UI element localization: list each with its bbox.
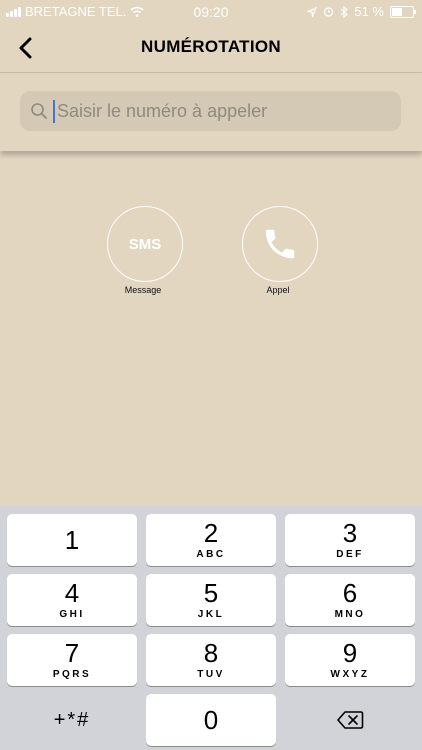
key-8[interactable]: 8 TUV	[146, 634, 276, 686]
key-digit: 9	[342, 638, 358, 668]
key-digit: 0	[203, 705, 219, 735]
key-3[interactable]: 3 DEF	[285, 514, 415, 566]
key-1[interactable]: 1	[7, 514, 137, 566]
call-button[interactable]	[242, 206, 318, 282]
delete-button[interactable]	[285, 694, 415, 746]
status-right: 51 %	[307, 4, 416, 19]
status-bar: BRETAGNE TEL. 09:20 51 %	[0, 0, 422, 24]
phone-number-input[interactable]	[53, 99, 399, 123]
symbols-label: +*#	[53, 708, 91, 731]
key-letters: GHI	[59, 609, 85, 620]
key-letters: PQRS	[52, 669, 92, 680]
page-title: NUMÉROTATION	[141, 37, 281, 56]
battery-percent: 51 %	[354, 4, 384, 19]
key-letters: ABC	[196, 549, 226, 560]
alarm-icon	[324, 7, 334, 17]
phone-icon	[265, 229, 295, 259]
key-letters: MNO	[334, 609, 366, 620]
key-letters: JKL	[197, 609, 225, 620]
navigation-bar: NUMÉROTATION	[0, 24, 422, 73]
numeric-keypad: 1 2 ABC 3 DEF 4 GHI 5 JKL 6 MNO 7 PQRS 8…	[0, 506, 422, 750]
key-6[interactable]: 6 MNO	[285, 574, 415, 626]
key-9[interactable]: 9 WXYZ	[285, 634, 415, 686]
location-icon	[307, 6, 318, 17]
key-symbols[interactable]: +*#	[7, 694, 137, 746]
key-4[interactable]: 4 GHI	[7, 574, 137, 626]
key-7[interactable]: 7 PQRS	[7, 634, 137, 686]
key-digit: 3	[342, 518, 358, 548]
call-label: Appel	[266, 285, 290, 295]
key-digit: 7	[64, 638, 80, 668]
key-digit: 8	[203, 638, 219, 668]
sms-label: Message	[124, 285, 162, 295]
key-digit: 6	[342, 578, 358, 608]
key-digit: 1	[64, 525, 80, 555]
key-digit: 4	[64, 578, 80, 608]
key-2[interactable]: 2 ABC	[146, 514, 276, 566]
key-letters: WXYZ	[330, 669, 370, 680]
search-field[interactable]	[20, 91, 401, 131]
key-5[interactable]: 5 JKL	[146, 574, 276, 626]
search-icon	[31, 103, 47, 119]
key-letters: TUV	[197, 669, 225, 680]
key-digit: 5	[203, 578, 219, 608]
battery-fill	[392, 7, 402, 16]
battery-icon	[390, 5, 416, 18]
sms-text: SMS	[128, 235, 162, 253]
search-area	[0, 73, 422, 151]
key-digit: 2	[203, 518, 219, 548]
bluetooth-icon	[340, 5, 349, 18]
key-0[interactable]: 0	[146, 694, 276, 746]
sms-button[interactable]: SMS	[107, 206, 183, 282]
key-letters: DEF	[336, 549, 364, 560]
backspace-icon	[337, 711, 364, 729]
